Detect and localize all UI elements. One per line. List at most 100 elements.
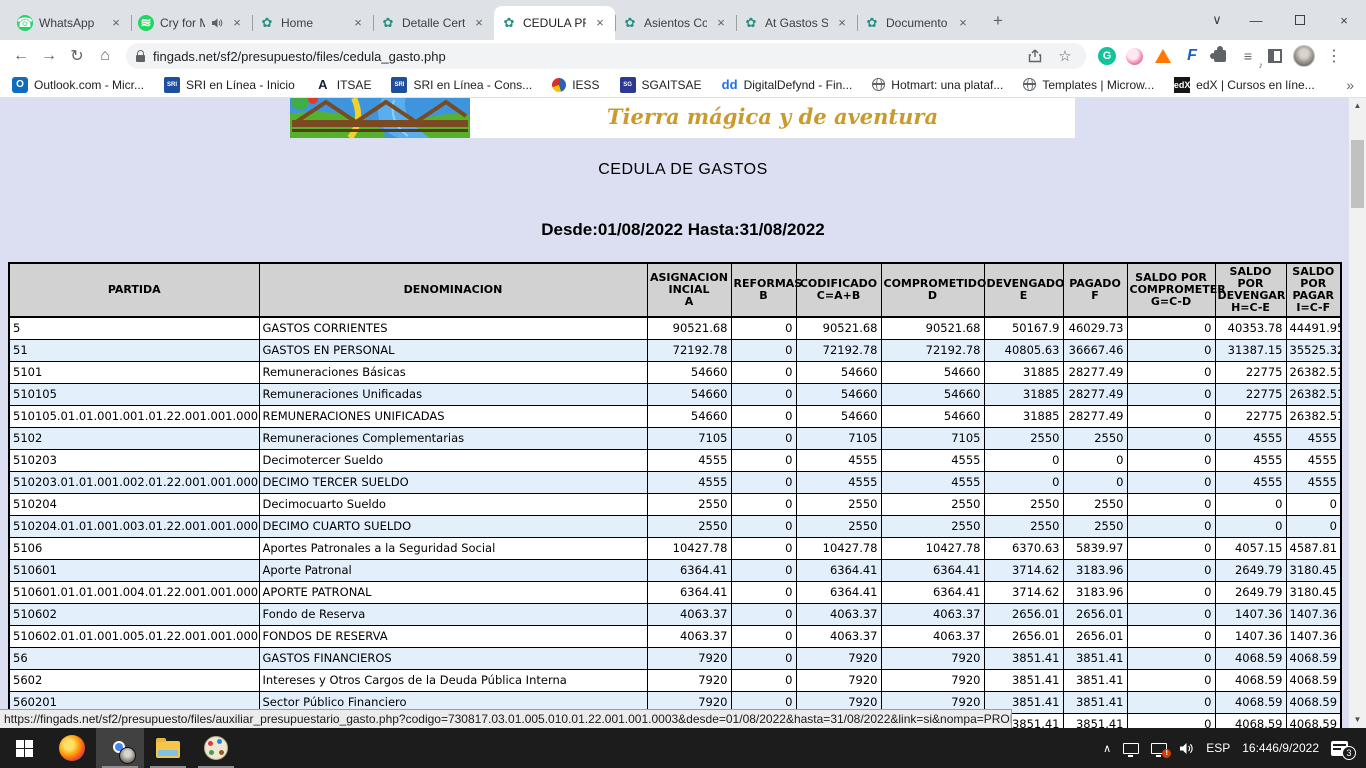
forward-button[interactable]: → — [36, 43, 62, 69]
partida-cell[interactable]: 5101 — [9, 361, 259, 383]
tab-close-icon[interactable]: × — [229, 15, 245, 31]
tab-search-chevron-icon[interactable]: ∨ — [1200, 0, 1234, 40]
taskbar-clock[interactable]: 16:44 6/9/2022 — [1242, 741, 1319, 755]
window-restore-button[interactable] — [1278, 0, 1322, 40]
browser-tab-cedula-pres[interactable]: ✿CEDULA PRES× — [494, 6, 615, 40]
scroll-down-icon[interactable]: ▼ — [1349, 712, 1366, 728]
browser-tab-whatsapp[interactable]: ☎WhatsApp× — [10, 6, 131, 40]
window-minimize-button[interactable]: — — [1234, 0, 1278, 40]
partida-cell[interactable]: 510602 — [9, 603, 259, 625]
bookmarks-overflow-icon[interactable]: » — [1346, 77, 1354, 93]
partida-cell[interactable]: 510601.01.01.001.004.01.22.001.001.0001 — [9, 581, 259, 603]
side-panel-icon[interactable] — [1268, 49, 1282, 63]
page-scrollbar[interactable]: ▲ ▼ — [1349, 98, 1366, 728]
partida-cell[interactable]: 5602 — [9, 669, 259, 691]
browser-tab-documento-si[interactable]: ✿Documento si× — [857, 6, 978, 40]
denominacion-cell[interactable]: DECIMO TERCER SUELDO — [259, 471, 647, 493]
alert-icon[interactable] — [1151, 743, 1167, 754]
new-tab-button[interactable]: + — [984, 8, 1012, 36]
partida-cell[interactable]: 5102 — [9, 427, 259, 449]
profile-avatar[interactable] — [1293, 45, 1315, 67]
back-button[interactable]: ← — [8, 43, 34, 69]
partida-cell[interactable]: 51 — [9, 339, 259, 361]
extensions-puzzle-icon[interactable] — [1214, 50, 1226, 62]
denominacion-cell[interactable]: Aporte Patronal — [259, 559, 647, 581]
volume-icon[interactable] — [1179, 742, 1194, 755]
scrollbar-thumb[interactable] — [1351, 140, 1364, 208]
partida-cell[interactable]: 56 — [9, 647, 259, 669]
taskbar-paint-button[interactable] — [192, 728, 240, 768]
share-icon[interactable] — [1024, 49, 1046, 63]
taskbar-explorer-button[interactable] — [144, 728, 192, 768]
language-indicator[interactable]: ESP — [1206, 741, 1230, 755]
partida-cell[interactable]: 510601 — [9, 559, 259, 581]
partida-cell[interactable]: 510204 — [9, 493, 259, 515]
grammarly-extension-icon[interactable]: G — [1098, 47, 1116, 65]
denominacion-cell[interactable]: Fondo de Reserva — [259, 603, 647, 625]
url-text[interactable]: fingads.net/sf2/presupuesto/files/cedula… — [153, 49, 1016, 64]
address-bar[interactable]: fingads.net/sf2/presupuesto/files/cedula… — [126, 43, 1086, 69]
browser-tab-at-gastos-sen[interactable]: ✿At Gastos Sen× — [736, 6, 857, 40]
bookmark-star-icon[interactable]: ☆ — [1054, 47, 1076, 65]
bookmark-sgaitsae[interactable]: SGSGAITSAE — [620, 77, 702, 93]
bookmark-outlook-com-micr[interactable]: OOutlook.com - Micr... — [12, 77, 144, 93]
home-button[interactable]: ⌂ — [92, 43, 118, 69]
bookmark-itsae[interactable]: AITSAE — [315, 77, 372, 93]
partida-cell[interactable]: 510204.01.01.001.003.01.22.001.001.0001 — [9, 515, 259, 537]
bookmark-sri-en-l-nea-inicio[interactable]: SRISRI en Línea - Inicio — [164, 77, 295, 93]
scroll-up-icon[interactable]: ▲ — [1349, 98, 1366, 114]
denominacion-cell[interactable]: Decimocuarto Sueldo — [259, 493, 647, 515]
denominacion-cell[interactable]: GASTOS EN PERSONAL — [259, 339, 647, 361]
partida-cell[interactable]: 510602.01.01.001.005.01.22.001.001.0001 — [9, 625, 259, 647]
partida-cell[interactable]: 5 — [9, 317, 259, 339]
tab-close-icon[interactable]: × — [955, 15, 971, 31]
denominacion-cell[interactable]: Decimotercer Sueldo — [259, 449, 647, 471]
browser-menu-icon[interactable]: ⋮ — [1321, 43, 1347, 69]
lock-icon[interactable] — [136, 55, 145, 62]
browser-tab-detalle-certifi[interactable]: ✿Detalle Certifi× — [373, 6, 494, 40]
browser-tab-cry-for-m[interactable]: ≋Cry for M× — [131, 6, 252, 40]
tab-close-icon[interactable]: × — [713, 15, 729, 31]
taskbar-firefox-button[interactable] — [48, 728, 96, 768]
reload-button[interactable]: ↻ — [64, 43, 90, 69]
denominacion-cell[interactable]: Intereses y Otros Cargos de la Deuda Púb… — [259, 669, 647, 691]
browser-tab-home[interactable]: ✿Home× — [252, 6, 373, 40]
notification-center-icon[interactable]: 3 — [1331, 741, 1348, 756]
partida-cell[interactable]: 510105.01.01.001.001.01.22.001.001.0001 — [9, 405, 259, 427]
bookmark-templates-microw[interactable]: Templates | Microw... — [1023, 78, 1154, 92]
tab-close-icon[interactable]: × — [834, 15, 850, 31]
tray-expand-icon[interactable]: ∧ — [1103, 742, 1111, 755]
f-extension-icon[interactable]: F — [1179, 43, 1205, 69]
denominacion-cell[interactable]: APORTE PATRONAL — [259, 581, 647, 603]
tab-close-icon[interactable]: × — [471, 15, 487, 31]
denominacion-cell[interactable]: Remuneraciones Unificadas — [259, 383, 647, 405]
bookmark-iess[interactable]: IESS — [552, 78, 599, 92]
start-button[interactable] — [0, 728, 48, 768]
tab-close-icon[interactable]: × — [350, 15, 366, 31]
playlist-extension-icon[interactable]: ≡ — [1235, 43, 1261, 69]
tab-audio-icon[interactable] — [211, 17, 223, 29]
pink-extension-icon[interactable] — [1126, 48, 1143, 65]
denominacion-cell[interactable]: FONDOS DE RESERVA — [259, 625, 647, 647]
denominacion-cell[interactable]: DECIMO CUARTO SUELDO — [259, 515, 647, 537]
denominacion-cell[interactable]: Remuneraciones Complementarias — [259, 427, 647, 449]
taskbar-chrome-button[interactable] — [96, 728, 144, 768]
bookmark-digitaldefynd-fin[interactable]: ddDigitalDefynd - Fin... — [722, 77, 853, 93]
window-close-button[interactable]: × — [1322, 0, 1366, 40]
avast-extension-icon[interactable] — [1155, 49, 1171, 63]
bookmark-edx-cursos-en-l-ne[interactable]: edXedX | Cursos en líne... — [1174, 77, 1315, 93]
bookmark-hotmart-una-plataf[interactable]: Hotmart: una plataf... — [872, 78, 1003, 92]
tab-close-icon[interactable]: × — [108, 15, 124, 31]
bookmark-sri-en-l-nea-cons[interactable]: SRISRI en Línea - Cons... — [391, 77, 532, 93]
denominacion-cell[interactable]: GASTOS CORRIENTES — [259, 317, 647, 339]
denominacion-cell[interactable]: REMUNERACIONES UNIFICADAS — [259, 405, 647, 427]
browser-tab-asientos-cont[interactable]: ✿Asientos Cont× — [615, 6, 736, 40]
denominacion-cell[interactable]: Remuneraciones Básicas — [259, 361, 647, 383]
partida-cell[interactable]: 510105 — [9, 383, 259, 405]
tab-close-icon[interactable]: × — [592, 15, 608, 31]
partida-cell[interactable]: 510203 — [9, 449, 259, 471]
partida-cell[interactable]: 5106 — [9, 537, 259, 559]
partida-cell[interactable]: 510203.01.01.001.002.01.22.001.001.0001 — [9, 471, 259, 493]
denominacion-cell[interactable]: GASTOS FINANCIEROS — [259, 647, 647, 669]
denominacion-cell[interactable]: Aportes Patronales a la Seguridad Social — [259, 537, 647, 559]
